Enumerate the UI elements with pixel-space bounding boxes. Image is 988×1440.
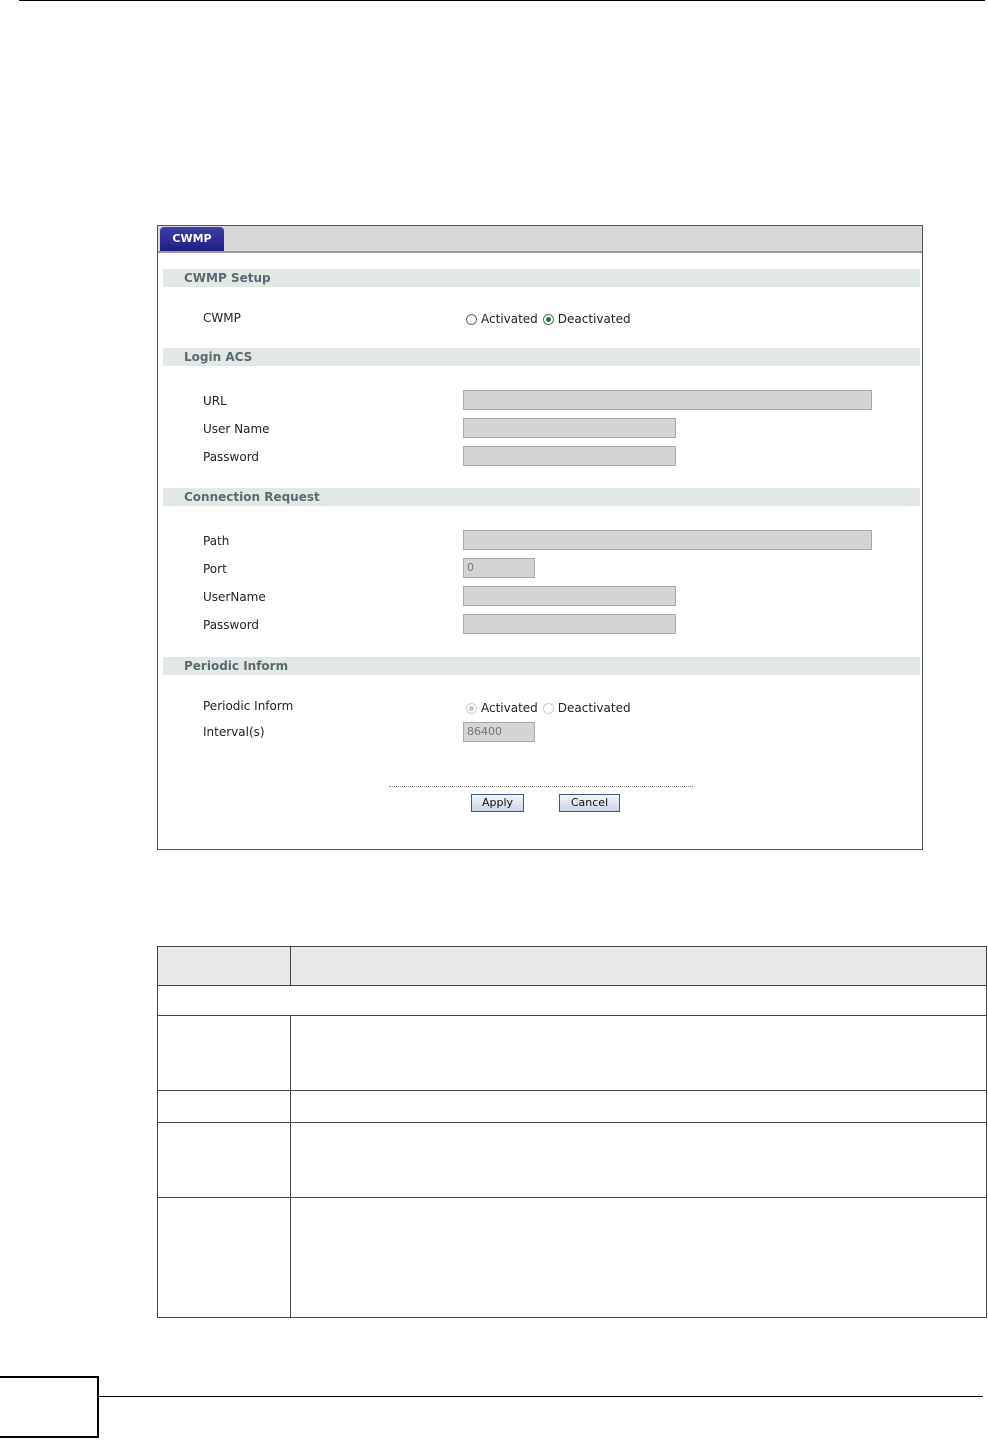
port-label: Port [203, 562, 227, 576]
apply-button[interactable]: Apply [471, 794, 524, 812]
header-rule [19, 0, 985, 1]
url-input[interactable] [463, 390, 872, 410]
table-row [157, 1090, 988, 1123]
table-cell [289, 1090, 988, 1123]
cancel-button[interactable]: Cancel [559, 794, 620, 812]
periodic-deactivated-label: Deactivated [557, 701, 631, 715]
conn-username-input[interactable] [463, 586, 676, 606]
password-label: Password [203, 450, 260, 464]
periodic-deactivated-radio[interactable] [542, 702, 554, 714]
tab-cwmp[interactable]: CWMP [160, 227, 224, 251]
table-cell [289, 1197, 988, 1318]
table-row [157, 1015, 988, 1091]
periodic-inform-label: Periodic Inform [203, 699, 294, 713]
button-divider [389, 786, 693, 787]
cwmp-activated-radio[interactable] [466, 313, 477, 325]
field-description-table [157, 946, 988, 1318]
section-connection-request: Connection Request [163, 488, 920, 506]
table-cell [157, 1122, 291, 1198]
page-number-box [0, 1376, 99, 1438]
table-row [157, 985, 987, 1016]
cwmp-panel: CWMP CWMP Setup CWMP Activated Deactivat… [157, 225, 923, 850]
cwmp-deactivated-radio[interactable] [542, 313, 554, 325]
table-cell [157, 1197, 291, 1318]
table-row [157, 1122, 988, 1198]
cwmp-deactivated-label: Deactivated [557, 312, 631, 326]
periodic-activated-radio[interactable] [466, 702, 477, 714]
footer-rule [99, 1396, 983, 1397]
periodic-inform-radio-group: Activated Deactivated [466, 701, 636, 715]
cwmp-label: CWMP [203, 311, 241, 325]
periodic-activated-label: Activated [481, 701, 538, 715]
password-input[interactable] [463, 446, 676, 466]
tab-bar: CWMP [158, 226, 922, 253]
username-label: User Name [203, 422, 270, 436]
username-input[interactable] [463, 418, 676, 438]
table-header-row [157, 946, 988, 986]
path-label: Path [203, 534, 230, 548]
table-cell [289, 1015, 988, 1091]
cwmp-activated-label: Activated [481, 312, 538, 326]
interval-label: Interval(s) [203, 725, 265, 739]
table-cell [157, 985, 987, 1016]
conn-username-label: UserName [203, 590, 266, 604]
cwmp-radio-group: Activated Deactivated [466, 312, 636, 326]
table-cell [157, 1090, 291, 1123]
conn-password-label: Password [203, 618, 260, 632]
section-cwmp-setup: CWMP Setup [163, 269, 920, 287]
url-label: URL [203, 394, 227, 408]
table-header-cell [157, 946, 291, 986]
table-header-cell [289, 946, 988, 986]
table-cell [289, 1122, 988, 1198]
path-input[interactable] [463, 530, 872, 550]
table-cell [157, 1015, 291, 1091]
section-periodic-inform: Periodic Inform [163, 657, 920, 675]
table-row [157, 1197, 988, 1318]
port-input[interactable]: 0 [463, 558, 535, 578]
section-login-acs: Login ACS [163, 348, 920, 366]
interval-input[interactable]: 86400 [463, 722, 535, 742]
conn-password-input[interactable] [463, 614, 676, 634]
